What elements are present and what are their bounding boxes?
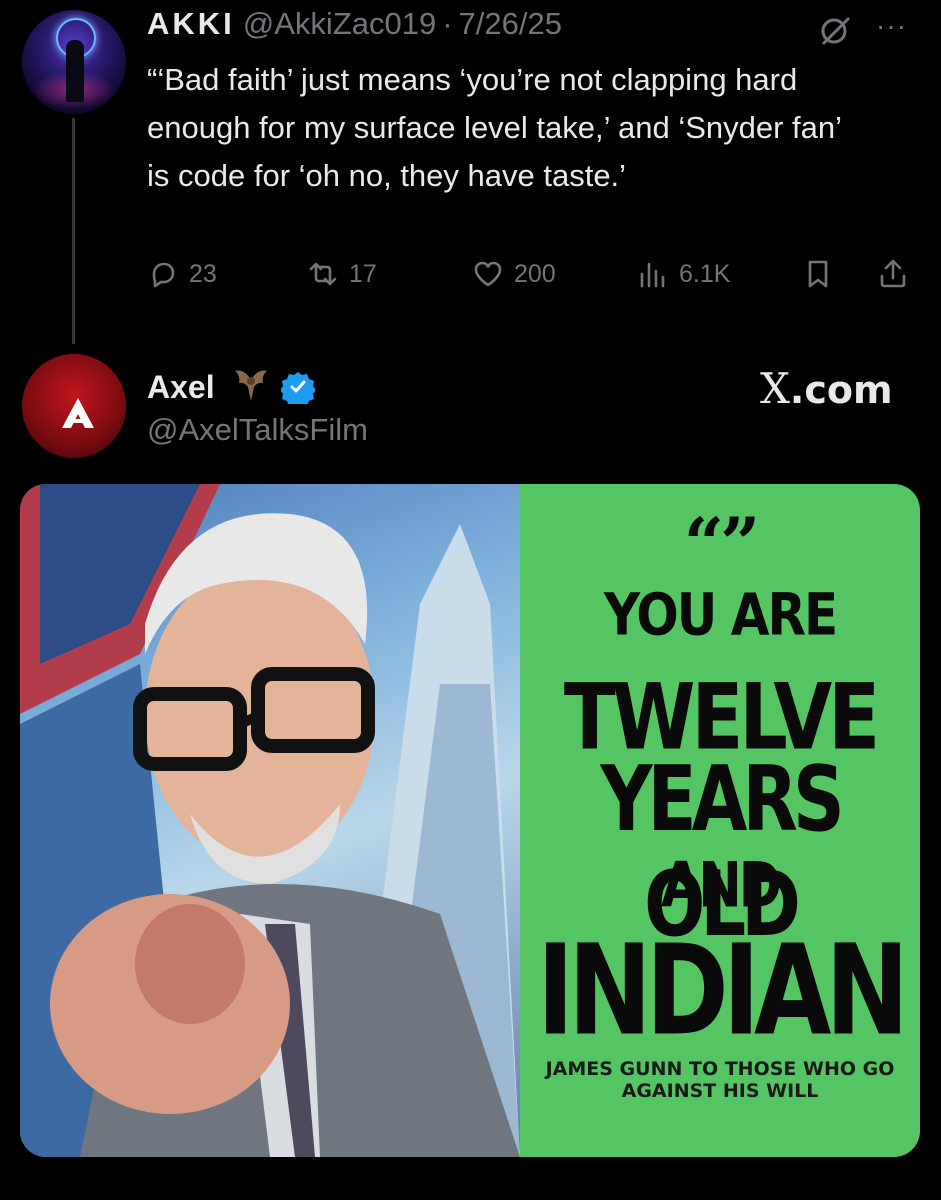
x-logo: X [760,364,790,413]
thread-connector-line [72,118,75,344]
tweet1-display-name[interactable]: AKKI [147,6,235,42]
tweet1-separator: · [442,6,453,41]
repost-icon [309,262,337,286]
meme-text-panel: “” YOU ARE TWELVE YEARS OLD AND INDIAN J… [520,484,920,1157]
reply-icon [152,262,175,288]
meme-photo-panel [20,484,520,1157]
bookmark-icon [808,260,828,288]
more-icon[interactable]: ··· [876,10,907,42]
tweet2-media-image[interactable]: “” YOU ARE TWELVE YEARS OLD AND INDIAN J… [20,484,920,1157]
xcom-watermark: X.com [760,364,893,413]
reply-button[interactable]: 23 [147,258,217,290]
like-icon [474,261,502,287]
axel-avatar[interactable] [22,354,126,458]
tweet1-handle[interactable]: @AkkiZac019 [243,6,436,42]
meme-line-5: INDIAN [536,917,909,1064]
grok-icon[interactable] [818,16,852,46]
meme-photo-illustration [20,484,520,1157]
like-button[interactable]: 200 [472,258,556,290]
quote-marks: “” [683,502,761,585]
reply-count: 23 [189,259,217,288]
axel-logo-icon [62,398,94,428]
share-icon [880,259,906,288]
like-count: 200 [514,259,556,288]
meme-line-4: AND [661,850,782,922]
tweet2-handle[interactable]: @AxelTalksFilm [147,412,368,448]
meme-line-1: YOU ARE [603,581,838,649]
share-button[interactable] [877,258,919,290]
repost-button[interactable]: 17 [307,258,377,290]
xcom-domain: .com [789,368,893,412]
meme-caption: JAMES GUNN TO THOSE WHO GO AGAINST HIS W… [545,1058,895,1102]
tweet1-header: AKKI @AkkiZac019 · 7/26/25 [147,6,562,46]
tweet1-text: “‘Bad faith’ just means ‘you’re not clap… [147,62,841,193]
tweet1-action-bar: 23 17 200 6.1K [147,258,917,298]
verified-badge-icon[interactable] [280,370,315,404]
akki-avatar[interactable] [22,10,126,114]
tweet1-date[interactable]: 7/26/25 [459,6,562,42]
repost-count: 17 [349,259,377,288]
views-count: 6.1K [679,259,731,288]
bookmark-button[interactable] [802,258,844,290]
bat-emoji-icon [234,370,267,401]
tweet2-name-row: Axel [147,366,315,408]
views-button[interactable]: 6.1K [637,258,730,290]
avatar-figure [66,40,84,102]
views-icon [640,262,665,288]
tweet2-display-name[interactable]: Axel [147,369,215,406]
